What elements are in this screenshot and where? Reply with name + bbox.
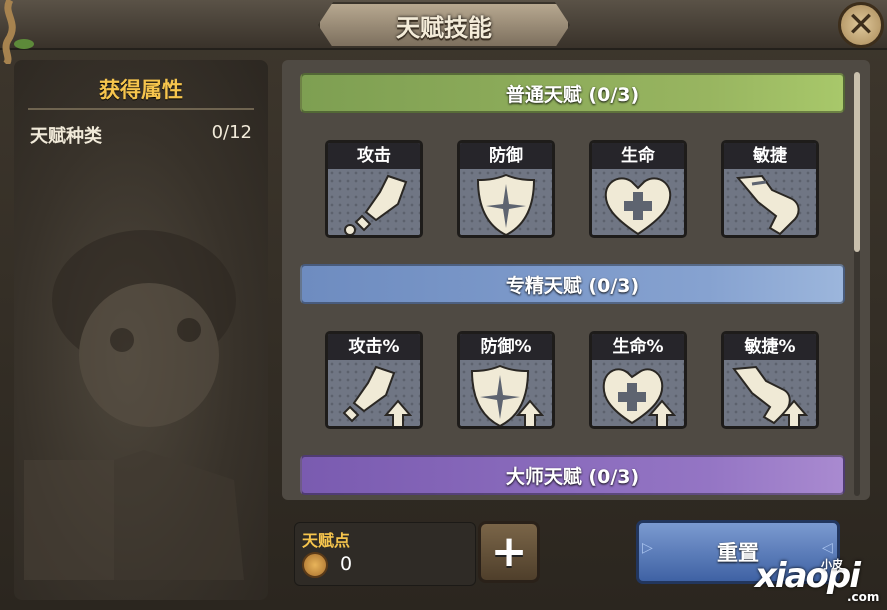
heart-icon: [604, 177, 672, 235]
skill-label: 敏捷%: [724, 334, 816, 360]
plus-icon: +: [490, 526, 528, 577]
skill-attack[interactable]: 攻击: [325, 140, 423, 238]
sword-up-icon: [342, 365, 412, 426]
add-points-button[interactable]: +: [478, 521, 540, 583]
skill-defense[interactable]: 防御: [457, 140, 555, 238]
divider: [28, 108, 254, 110]
talent-points-value: 0: [340, 553, 353, 575]
section-expert-talent: 专精天赋 (0/3): [300, 264, 845, 304]
boot-up-icon: [732, 365, 808, 426]
close-button[interactable]: ✕: [838, 2, 884, 48]
skill-agility[interactable]: 敏捷: [721, 140, 819, 238]
skill-label: 防御: [460, 143, 552, 169]
reset-label: 重置: [717, 541, 759, 565]
boot-icon: [736, 174, 800, 235]
section-master-talent: 大师天赋 (0/3): [300, 455, 845, 495]
vine-decoration: [2, 0, 34, 64]
sword-icon: [344, 174, 408, 235]
arrow-left-icon: ▷: [642, 540, 653, 556]
shield-up-icon: [470, 364, 544, 426]
watermark-logo: xiaopi 小皮 .com: [755, 556, 880, 604]
heart-up-icon: [602, 368, 676, 426]
skill-life[interactable]: 生命: [589, 140, 687, 238]
talent-points-label: 天赋点: [302, 531, 351, 550]
skill-label: 攻击: [328, 143, 420, 169]
arrow-right-icon: ◁: [822, 540, 833, 556]
skill-attack-percent[interactable]: 攻击%: [325, 331, 423, 429]
close-icon: ✕: [846, 5, 876, 45]
skill-label: 敏捷: [724, 143, 816, 169]
skill-label: 攻击%: [328, 334, 420, 360]
coin-icon: [302, 552, 328, 578]
skill-agility-percent[interactable]: 敏捷%: [721, 331, 819, 429]
talent-type-label: 天赋种类: [30, 126, 102, 147]
skill-label: 生命%: [592, 334, 684, 360]
skill-label: 防御%: [460, 334, 552, 360]
hero-portrait: [24, 230, 244, 580]
skill-label: 生命: [592, 143, 684, 169]
window-title: 天赋技能: [396, 14, 492, 42]
scrollbar-thumb[interactable]: [854, 72, 860, 252]
skill-defense-percent[interactable]: 防御%: [457, 331, 555, 429]
attribute-panel: 获得属性 天赋种类 0/12: [14, 60, 268, 600]
shield-icon: [476, 173, 536, 235]
section-normal-talent: 普通天赋 (0/3): [300, 73, 845, 113]
talent-type-value: 0/12: [211, 122, 252, 143]
skill-life-percent[interactable]: 生命%: [589, 331, 687, 429]
attributes-heading: 获得属性: [99, 78, 183, 102]
